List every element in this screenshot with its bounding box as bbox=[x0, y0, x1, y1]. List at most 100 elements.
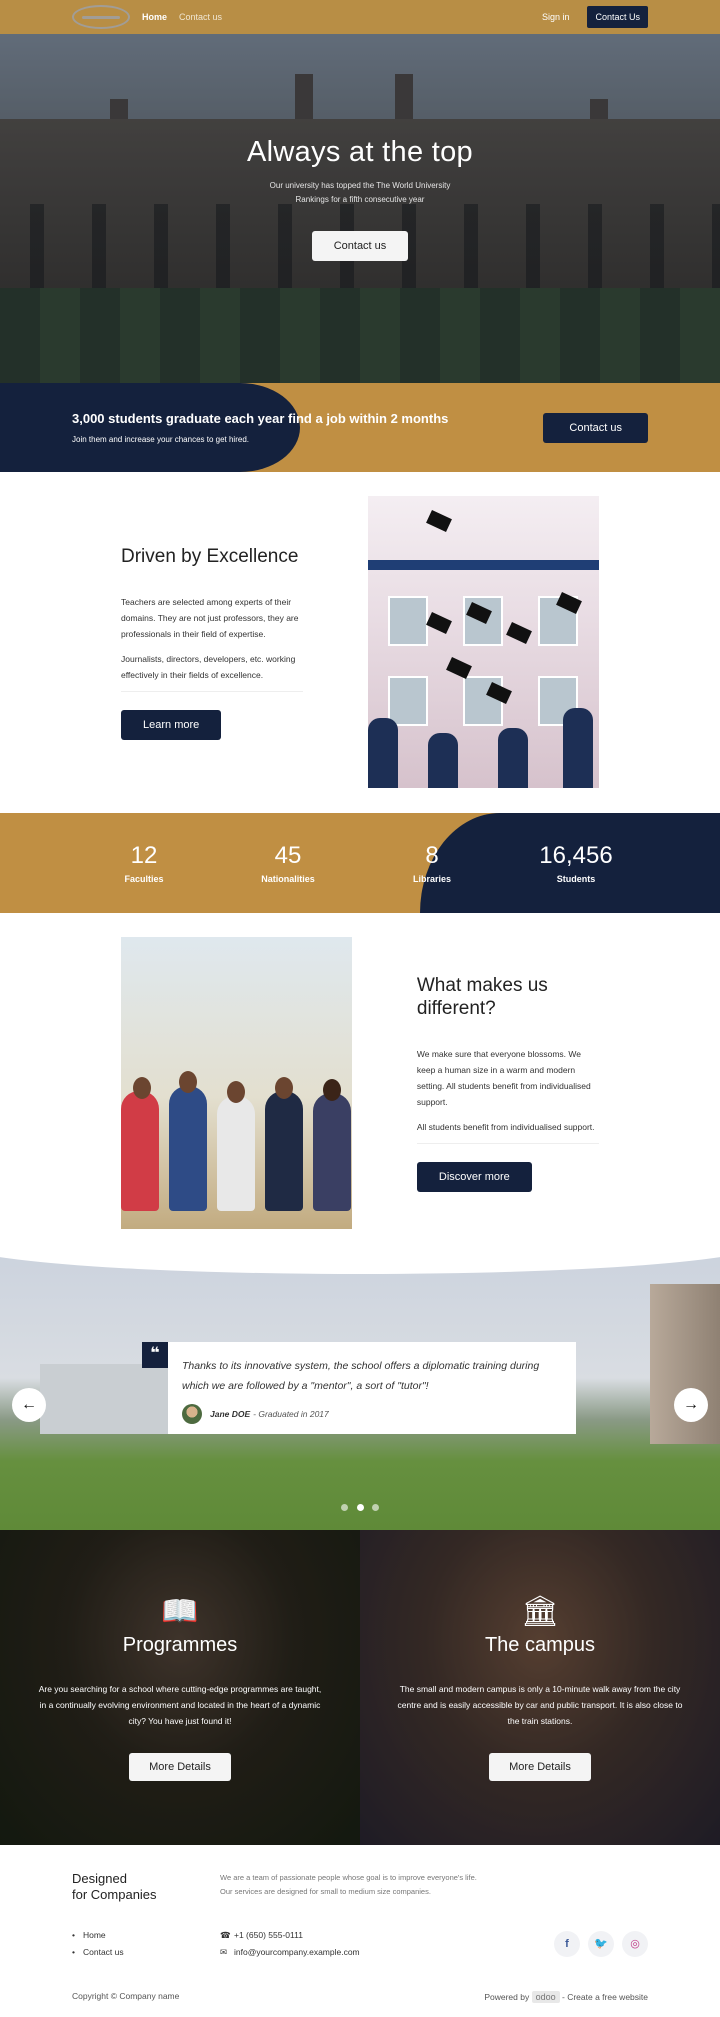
book-icon: 📖 bbox=[161, 1595, 199, 1628]
different-paragraph-1: We make sure that everyone blossoms. We … bbox=[416, 1049, 591, 1107]
driven-section: Driven by Excellence Teachers are select… bbox=[0, 472, 720, 813]
stat-nationalities: 45 Nationalities bbox=[216, 842, 360, 884]
hero-content: Always at the top Our university has top… bbox=[0, 136, 720, 261]
phone-number[interactable]: +1 (650) 555-0111 bbox=[234, 1930, 303, 1940]
campus-title: The campus bbox=[484, 1634, 596, 1656]
navbar: Home Contact us Sign in Contact Us bbox=[0, 0, 720, 34]
carousel-curve bbox=[0, 1254, 720, 1274]
create-website-link[interactable]: - Create a free website bbox=[562, 1992, 648, 2002]
footer-mid: Home Contact us ☎+1 (650) 555-0111 ✉ info… bbox=[72, 1927, 648, 1961]
jobs-banner: 3,000 students graduate each year find a… bbox=[0, 383, 720, 472]
footer-top: Designed for Companies We are a team of … bbox=[72, 1871, 648, 1903]
carousel-dot[interactable] bbox=[341, 1504, 349, 1511]
testimonial-quote: Thanks to its innovative system, the sch… bbox=[182, 1360, 540, 1392]
student-figure bbox=[265, 1091, 303, 1211]
about-line-1: We are a team of passionate people whose… bbox=[220, 1873, 477, 1882]
different-section: What makes us different? We make sure th… bbox=[0, 913, 720, 1254]
graduation-photo bbox=[368, 496, 599, 788]
building-sign bbox=[368, 560, 599, 570]
university-icon: 🏛 bbox=[520, 1595, 560, 1628]
discover-more-button[interactable]: Discover more bbox=[416, 1162, 532, 1192]
different-paragraph-2: All students benefit from individualised… bbox=[416, 1122, 595, 1132]
hero-contact-button[interactable]: Contact us bbox=[311, 231, 409, 261]
student-head bbox=[227, 1081, 245, 1103]
facebook-icon[interactable]: f bbox=[554, 1931, 580, 1957]
instagram-icon[interactable]: ◎ bbox=[622, 1931, 648, 1957]
social-links: f 🐦 ◎ bbox=[546, 1931, 648, 1957]
programmes-text: Are you searching for a school where cut… bbox=[38, 1684, 322, 1726]
stat-label: Students bbox=[556, 874, 596, 884]
student-head bbox=[323, 1079, 341, 1101]
divider bbox=[121, 690, 304, 692]
nav-contact-link[interactable]: Contact us bbox=[179, 12, 222, 22]
stat-label: Libraries bbox=[412, 874, 452, 884]
stat-students: 16,456 Students bbox=[504, 842, 648, 884]
company-logo[interactable] bbox=[72, 5, 130, 29]
powered-by: Powered by odoo - Create a free website bbox=[484, 1991, 648, 2003]
hero-subtitle-line1: Our university has topped the The World … bbox=[269, 181, 451, 190]
arrow-right-icon: → bbox=[683, 1396, 699, 1413]
footer-links: Home Contact us bbox=[72, 1927, 220, 1961]
carousel-indicators bbox=[0, 1498, 720, 1516]
campus-details-button[interactable]: More Details bbox=[489, 1753, 591, 1781]
graduation-cap bbox=[426, 612, 453, 634]
author-role: - Graduated in 2017 bbox=[253, 1409, 329, 1419]
banner-text: 3,000 students graduate each year find a… bbox=[72, 411, 543, 444]
nav-contact-button[interactable]: Contact Us bbox=[587, 6, 648, 28]
envelope-icon: ✉ bbox=[220, 1947, 228, 1957]
graduation-cap bbox=[426, 510, 453, 532]
divider bbox=[416, 1143, 599, 1144]
arrow-left-icon: ← bbox=[21, 1396, 37, 1413]
email-address[interactable]: info@yourcompany.example.com bbox=[234, 1947, 360, 1957]
email-row: ✉ info@yourcompany.example.com bbox=[220, 1944, 546, 1961]
stat-number: 45 bbox=[274, 842, 302, 869]
building-window bbox=[388, 676, 429, 726]
student-figure bbox=[313, 1093, 351, 1211]
phone-icon: ☎ bbox=[220, 1930, 231, 1940]
different-heading: What makes us different? bbox=[416, 975, 548, 1019]
student-figure bbox=[169, 1086, 207, 1211]
twitter-icon[interactable]: 🐦 bbox=[588, 1931, 614, 1957]
odoo-logo[interactable]: odoo bbox=[531, 1991, 560, 2003]
about-line-2: Our services are designed for small to m… bbox=[220, 1887, 431, 1896]
campus-card: 🏛 The campus The small and modern campus… bbox=[360, 1530, 720, 1845]
student-head bbox=[179, 1071, 197, 1093]
programmes-details-button[interactable]: More Details bbox=[129, 1753, 231, 1781]
avatar bbox=[182, 1404, 202, 1424]
driven-heading: Driven by Excellence bbox=[121, 545, 299, 567]
testimonial-card: ❝ Thanks to its innovative system, the s… bbox=[142, 1342, 576, 1434]
banner-contact-button[interactable]: Contact us bbox=[543, 412, 648, 443]
footer-link-home[interactable]: Home bbox=[72, 1927, 220, 1944]
graduate-arm bbox=[498, 728, 529, 788]
carousel-dot[interactable] bbox=[371, 1504, 379, 1511]
stat-number: 8 bbox=[425, 842, 439, 869]
banner-title: 3,000 students graduate each year find a… bbox=[72, 411, 449, 426]
stat-number: 12 bbox=[130, 842, 158, 869]
card-content: 🏛 The campus The small and modern campus… bbox=[360, 1530, 720, 1781]
brand-line-2: for Companies bbox=[72, 1887, 157, 1902]
graduation-cap bbox=[506, 622, 533, 644]
student-head bbox=[133, 1077, 151, 1099]
hero-subtitle-line2: Rankings for a fifth consecutive year bbox=[295, 195, 425, 204]
driven-paragraph-2: Journalists, directors, developers, etc.… bbox=[121, 653, 296, 680]
brand-line-1: Designed bbox=[72, 1871, 127, 1886]
learn-more-button[interactable]: Learn more bbox=[121, 709, 222, 740]
footer-brand: Designed for Companies bbox=[72, 1871, 220, 1903]
footer-link-contact[interactable]: Contact us bbox=[72, 1944, 220, 1961]
copyright: Copyright © Company name bbox=[72, 1991, 180, 2001]
carousel-next-button[interactable]: → bbox=[674, 1388, 708, 1422]
driven-paragraph-1: Teachers are selected among experts of t… bbox=[121, 596, 299, 639]
hero-title: Always at the top bbox=[247, 136, 473, 168]
sign-in-link[interactable]: Sign in bbox=[542, 12, 570, 22]
campus-text: The small and modern campus is only a 10… bbox=[397, 1684, 683, 1726]
stat-faculties: 12 Faculties bbox=[72, 842, 216, 884]
features-section: 📖 Programmes Are you searching for a sch… bbox=[0, 1530, 720, 1845]
students-photo bbox=[121, 937, 352, 1229]
graduate-arm bbox=[368, 718, 399, 788]
nav-home-link[interactable]: Home bbox=[142, 12, 167, 22]
carousel-prev-button[interactable]: ← bbox=[12, 1388, 46, 1422]
programmes-title: Programmes bbox=[122, 1634, 238, 1656]
stat-libraries: 8 Libraries bbox=[360, 842, 504, 884]
carousel-dot-active[interactable] bbox=[356, 1504, 364, 1511]
stat-number: 16,456 bbox=[539, 842, 613, 869]
